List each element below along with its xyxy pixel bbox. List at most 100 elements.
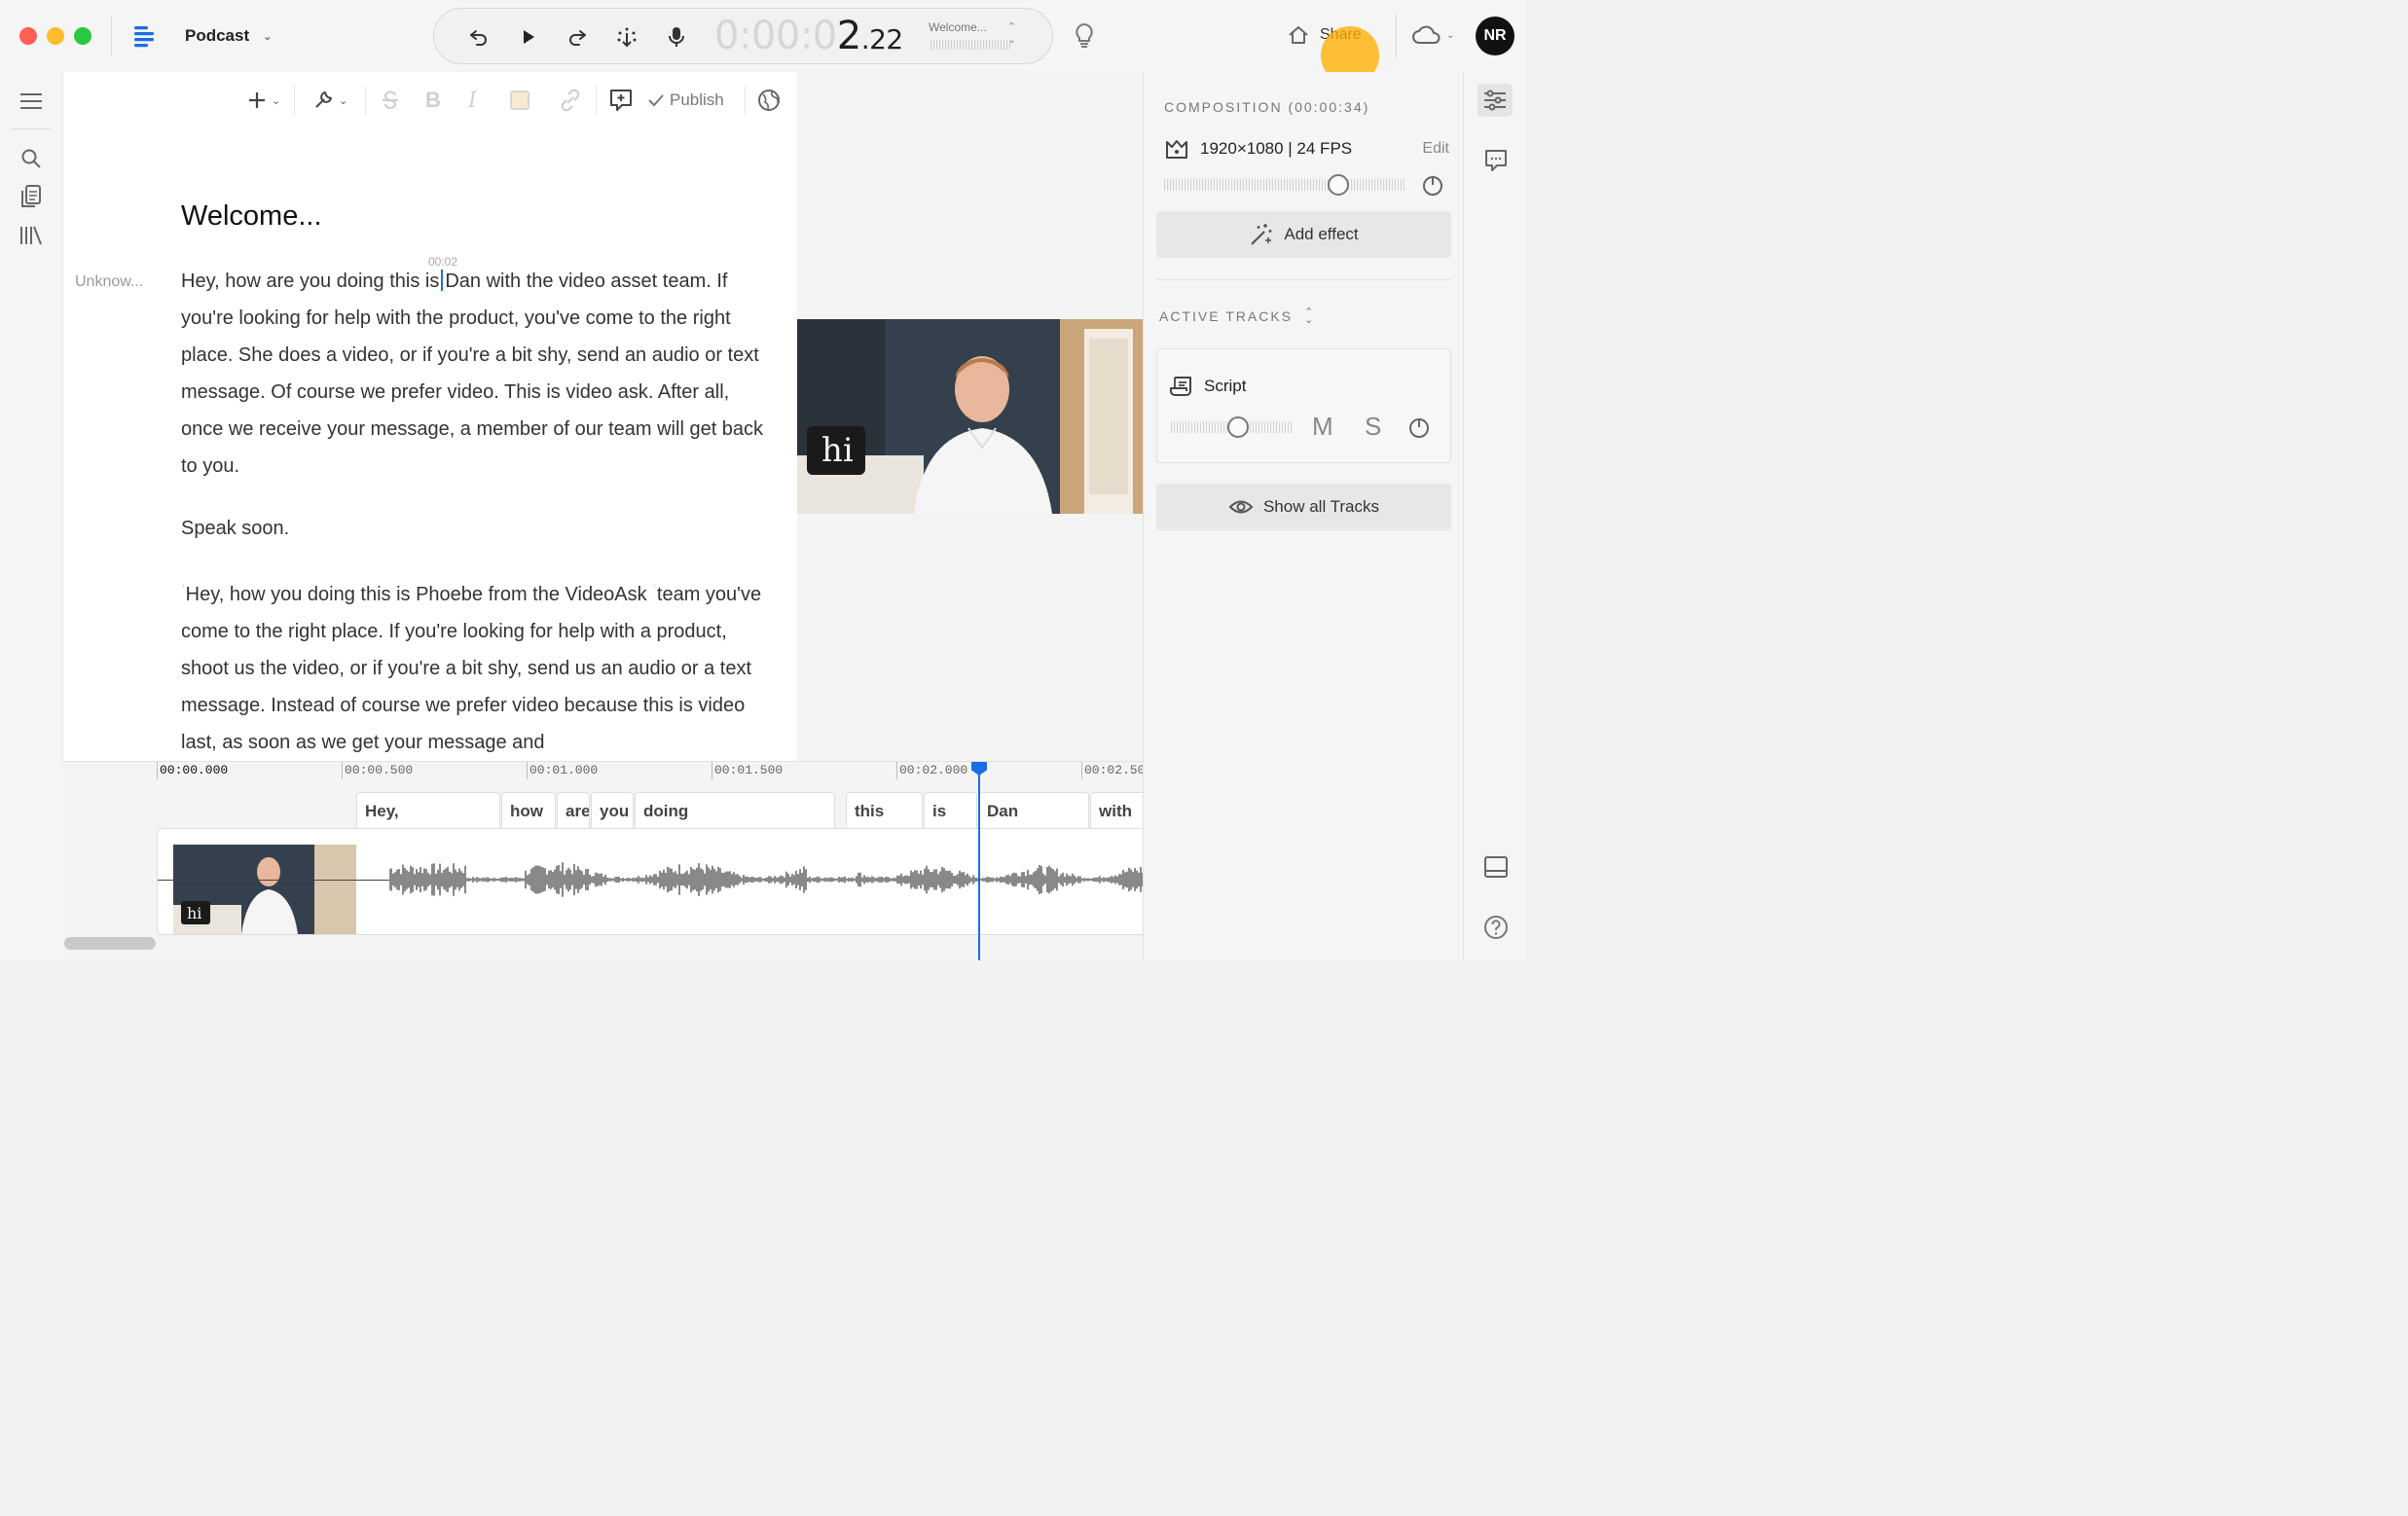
horizontal-scrollbar[interactable] xyxy=(64,937,156,950)
user-avatar[interactable]: NR xyxy=(1476,17,1514,55)
add-comment-icon[interactable] xyxy=(608,87,634,114)
strikethrough-icon[interactable] xyxy=(380,87,401,114)
globe-icon[interactable] xyxy=(757,87,781,114)
solo-button[interactable]: S xyxy=(1365,412,1381,442)
transcript-paragraph[interactable]: Hey, how are you doing this is Dan with t… xyxy=(181,263,765,485)
paragraph-text: Hey, how you doing this is Phoebe from t… xyxy=(185,584,647,605)
document-title[interactable]: Welcome... xyxy=(181,200,322,233)
timecode-display: 0:00:02.22 xyxy=(714,14,903,58)
media-track-lane[interactable]: hi xyxy=(157,828,1143,935)
resolution-label: 1920×1080 | 24 FPS xyxy=(1200,139,1353,158)
video-preview-area: hi xyxy=(797,72,1143,761)
word-chip[interactable]: is xyxy=(924,792,977,828)
word-chip[interactable]: Dan xyxy=(978,792,1089,828)
sliders-icon xyxy=(1484,90,1506,111)
speaker-label[interactable]: Unknow... xyxy=(75,273,143,291)
composition-selector[interactable]: Welcome... ⌃⌄ xyxy=(929,20,1016,50)
paragraph-text: Hey, how are you doing this is xyxy=(181,271,440,292)
edit-composition-button[interactable]: Edit xyxy=(1422,140,1449,158)
descript-logo-icon[interactable] xyxy=(132,23,158,49)
highlight-icon[interactable] xyxy=(509,87,530,114)
zoom-window-button[interactable] xyxy=(74,27,91,45)
transport-bar: 0:00:02.22 Welcome... ⌃⌄ xyxy=(433,8,1053,64)
timeline-panel-icon[interactable] xyxy=(1483,855,1509,879)
project-selector[interactable]: Podcast ⌄ xyxy=(185,26,272,46)
video-frame-image: hi xyxy=(797,319,1143,514)
insert-button[interactable]: ⌄ xyxy=(247,87,280,114)
slider-knob[interactable] xyxy=(1327,174,1349,196)
documents-icon[interactable] xyxy=(18,183,45,210)
word-chip[interactable]: Hey, xyxy=(356,792,500,828)
word-chip[interactable]: how xyxy=(501,792,556,828)
play-icon[interactable] xyxy=(513,21,544,53)
power-icon[interactable] xyxy=(1407,415,1431,439)
composition-settings-row: 1920×1080 | 24 FPS Edit xyxy=(1165,138,1449,160)
crown-frame-icon xyxy=(1166,140,1187,159)
power-icon[interactable] xyxy=(1421,173,1444,197)
divider xyxy=(745,86,746,115)
loop-sparkle-icon[interactable] xyxy=(611,21,642,53)
transcript-paragraph[interactable]: ˈHey, how you doing this is Phoebe from … xyxy=(181,571,765,761)
magic-wand-icon xyxy=(1251,224,1272,245)
mute-button[interactable]: M xyxy=(1312,412,1333,442)
transcript-paragraph[interactable]: Speak soon. xyxy=(181,510,765,547)
audio-waveform xyxy=(389,862,1143,897)
properties-panel: COMPOSITION (00:00:34) 1920×1080 | 24 FP… xyxy=(1143,72,1464,960)
word-chip[interactable]: are xyxy=(557,792,590,828)
word-chip[interactable]: this xyxy=(846,792,923,828)
ruler-tick-label: 00:02.500 xyxy=(1084,763,1143,777)
publish-button[interactable]: Publish xyxy=(647,87,724,114)
clip-thumbnail[interactable]: hi xyxy=(173,845,356,934)
divider xyxy=(365,86,366,115)
plus-icon xyxy=(249,92,265,108)
paragraph-text: team xyxy=(656,584,701,605)
cloud-sync-button[interactable]: ⌄ xyxy=(1411,23,1454,47)
library-icon[interactable] xyxy=(18,222,45,249)
forward-icon[interactable] xyxy=(562,21,593,53)
search-icon[interactable] xyxy=(18,145,45,172)
script-editor: ⌄ ⌄ B I Publish Welcome... Unknow... 00:… xyxy=(62,72,797,761)
show-all-tracks-button[interactable]: Show all Tracks xyxy=(1156,484,1451,530)
project-name: Podcast xyxy=(185,26,250,45)
tools-button[interactable]: ⌄ xyxy=(312,87,347,114)
properties-toggle[interactable] xyxy=(1478,84,1513,117)
bold-icon[interactable]: B xyxy=(425,87,441,114)
ruler-tick-label: 00:00.500 xyxy=(345,763,414,777)
slider-knob[interactable] xyxy=(1227,416,1250,438)
composition-selector-label: Welcome... xyxy=(929,20,987,34)
ruler-tick xyxy=(711,762,712,779)
track-name: Script xyxy=(1204,377,1247,395)
italic-icon[interactable]: I xyxy=(468,87,477,114)
add-effect-button[interactable]: Add effect xyxy=(1156,211,1451,258)
chevron-down-icon: ⌄ xyxy=(272,94,281,107)
help-icon[interactable] xyxy=(1483,915,1509,940)
left-rail xyxy=(0,72,62,960)
playhead-handle[interactable] xyxy=(971,762,987,776)
word-chip[interactable]: with xyxy=(1090,792,1143,828)
composition-volume-slider[interactable] xyxy=(1164,179,1405,191)
right-rail xyxy=(1464,72,1526,960)
editor-toolbar: ⌄ ⌄ B I Publish xyxy=(63,72,797,128)
ruler-tick xyxy=(896,762,897,779)
word-chip[interactable]: you xyxy=(591,792,634,828)
timeline[interactable]: 00:00.000 00:00.500 00:01.000 00:01.500 00:0… xyxy=(62,761,1143,960)
link-icon[interactable] xyxy=(559,87,582,114)
track-card-script[interactable]: Script M S xyxy=(1156,348,1451,463)
divider xyxy=(294,86,295,115)
comments-icon[interactable] xyxy=(1483,148,1509,173)
paragraph-text: you've come to the right place. If you'r… xyxy=(181,584,762,753)
minimize-window-button[interactable] xyxy=(47,27,64,45)
wrench-icon xyxy=(315,91,332,108)
microphone-icon[interactable] xyxy=(661,21,692,53)
up-down-chevron-icon: ⌃⌄ xyxy=(1304,307,1316,326)
rewind-icon[interactable] xyxy=(463,21,494,53)
ruler-tick xyxy=(1081,762,1082,779)
close-window-button[interactable] xyxy=(19,27,37,45)
waveform-path xyxy=(389,862,1143,897)
lightbulb-icon[interactable] xyxy=(1071,21,1098,51)
home-icon xyxy=(1289,26,1308,44)
video-preview[interactable]: hi xyxy=(797,319,1143,514)
active-tracks-header[interactable]: ACTIVE TRACKS ⌃ ⌄ xyxy=(1159,307,1316,326)
menu-icon[interactable] xyxy=(18,88,45,115)
word-chip[interactable]: doing xyxy=(635,792,835,828)
